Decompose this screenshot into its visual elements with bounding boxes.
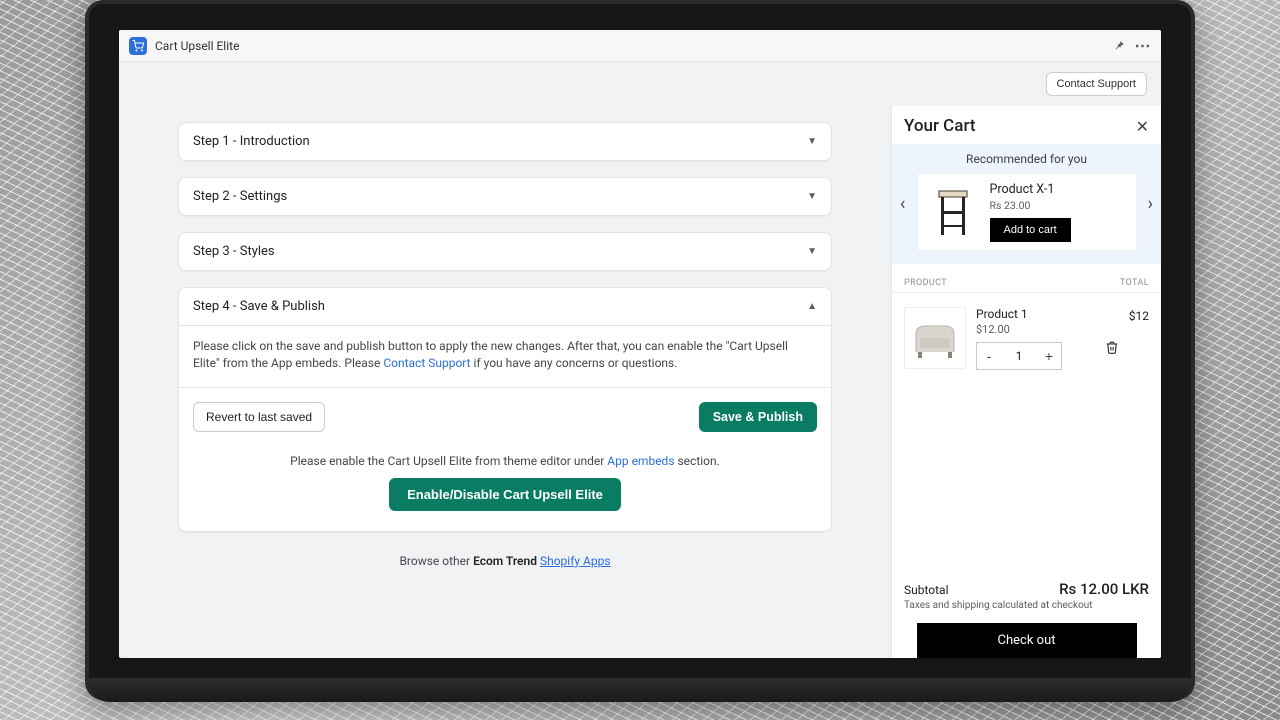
save-publish-button[interactable]: Save & Publish: [699, 402, 817, 432]
subtotal-value: Rs 12.00 LKR: [1059, 580, 1149, 598]
chevron-down-icon: ▼: [807, 246, 817, 257]
laptop-base: [89, 678, 1191, 702]
quantity-stepper: - 1 +: [976, 342, 1062, 370]
subtotal-label: Subtotal: [904, 583, 949, 597]
step-2-title: Step 2 - Settings: [193, 189, 287, 204]
subbar: Contact Support: [119, 62, 1161, 106]
recommended-block: Recommended for you ‹ › Product X-1 Rs 2…: [892, 144, 1161, 264]
shopify-apps-link[interactable]: Shopify Apps: [540, 554, 611, 568]
step-3-title: Step 3 - Styles: [193, 244, 275, 259]
chevron-up-icon: ▲: [807, 301, 817, 312]
revert-button[interactable]: Revert to last saved: [193, 402, 325, 432]
step-1-title: Step 1 - Introduction: [193, 134, 310, 149]
recommended-title: Recommended for you: [892, 152, 1161, 166]
qty-value: 1: [1001, 349, 1037, 363]
browse-pre: Browse other: [399, 554, 473, 568]
cart-footer: Subtotal Rs 12.00 LKR Taxes and shipping…: [892, 572, 1161, 658]
enable-note-post: section.: [675, 454, 720, 468]
step-2-accordion[interactable]: Step 2 - Settings ▼: [178, 177, 832, 216]
carousel-next-icon[interactable]: ›: [1144, 190, 1157, 219]
enable-note-pre: Please enable the Cart Upsell Elite from…: [290, 454, 607, 468]
more-icon[interactable]: ⋯: [1135, 38, 1151, 54]
topbar: Cart Upsell Elite ⋯: [119, 30, 1161, 62]
cart-title: Your Cart: [904, 116, 976, 136]
app-title: Cart Upsell Elite: [155, 39, 239, 53]
browse-line: Browse other Ecom Trend Shopify Apps: [178, 554, 832, 568]
contact-support-link[interactable]: Contact Support: [383, 356, 470, 370]
step-3-accordion[interactable]: Step 3 - Styles ▼: [178, 232, 832, 271]
step-1-accordion[interactable]: Step 1 - Introduction ▼: [178, 122, 832, 161]
app-embeds-link[interactable]: App embeds: [607, 454, 674, 468]
cart-sidebar: Your Cart ✕ Recommended for you ‹ › Prod…: [891, 106, 1161, 658]
step-4-header[interactable]: Step 4 - Save & Publish ▲: [179, 288, 831, 325]
carousel-prev-icon[interactable]: ‹: [896, 190, 909, 219]
tax-note: Taxes and shipping calculated at checkou…: [904, 600, 1149, 611]
col-product: PRODUCT: [904, 278, 947, 288]
step4-desc-post: if you have any concerns or questions.: [471, 356, 678, 370]
contact-support-button[interactable]: Contact Support: [1046, 72, 1148, 96]
chevron-down-icon: ▼: [807, 136, 817, 147]
cart-item-price: $12.00: [976, 323, 1087, 336]
main-panel: Step 1 - Introduction ▼ Step 2 - Setting…: [119, 106, 891, 658]
close-icon[interactable]: ✕: [1136, 117, 1149, 136]
add-to-cart-button[interactable]: Add to cart: [990, 218, 1071, 242]
col-total: TOTAL: [1120, 278, 1149, 288]
app-icon: [129, 37, 147, 55]
recommended-product-image: [926, 182, 980, 242]
cart-item-total: $12: [1129, 307, 1149, 370]
qty-minus-button[interactable]: -: [977, 343, 1001, 369]
cart-item-name: Product 1: [976, 307, 1087, 321]
pin-icon[interactable]: [1111, 38, 1127, 54]
step-4-accordion: Step 4 - Save & Publish ▲ Please click o…: [178, 287, 832, 532]
checkout-button[interactable]: Check out: [917, 623, 1137, 658]
qty-plus-button[interactable]: +: [1037, 343, 1061, 369]
chevron-down-icon: ▼: [807, 191, 817, 202]
step-4-body: Please click on the save and publish but…: [179, 325, 831, 527]
step-4-title: Step 4 - Save & Publish: [193, 299, 325, 314]
cart-table-head: PRODUCT TOTAL: [892, 264, 1161, 293]
rec-product-name: Product X-1: [990, 182, 1128, 197]
recommended-card: Product X-1 Rs 23.00 Add to cart: [918, 174, 1136, 250]
trash-icon[interactable]: [1105, 340, 1119, 359]
app-window: Cart Upsell Elite ⋯ Contact Support Step…: [119, 30, 1161, 658]
content: Step 1 - Introduction ▼ Step 2 - Setting…: [119, 106, 1161, 658]
cart-item-image: [904, 307, 966, 369]
browse-brand: Ecom Trend: [473, 554, 537, 568]
cart-item: Product 1 $12.00 - 1 + $12: [892, 293, 1161, 376]
laptop-frame: Cart Upsell Elite ⋯ Contact Support Step…: [85, 0, 1195, 700]
enable-disable-button[interactable]: Enable/Disable Cart Upsell Elite: [389, 478, 621, 511]
rec-product-price: Rs 23.00: [990, 199, 1128, 212]
